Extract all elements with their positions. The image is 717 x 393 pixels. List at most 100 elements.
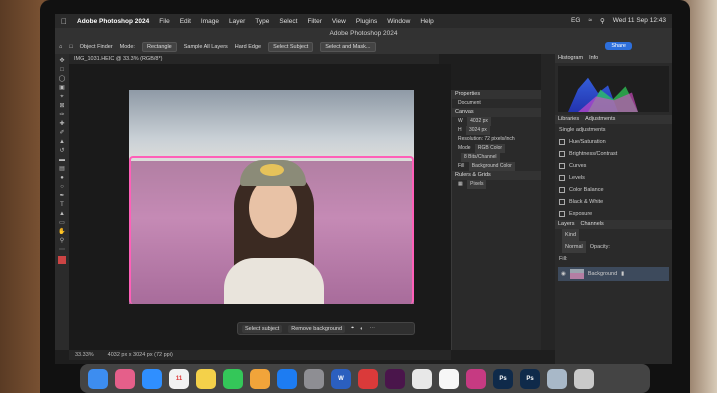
eraser-tool-icon[interactable]: ▬ <box>58 157 66 164</box>
crop-icon[interactable]: ⌖ <box>351 325 354 332</box>
document-tab[interactable]: IMG_1031.HEIC @ 33.3% (RGB/8*) <box>69 54 439 64</box>
crop-tool-icon[interactable]: ⌖ <box>58 94 66 101</box>
app-menu[interactable]: Adobe Photoshop 2024 <box>77 18 149 25</box>
adjustment-black-white[interactable]: Black & White <box>555 196 672 208</box>
mode-select[interactable]: Rectangle <box>141 42 177 52</box>
dock-messages-icon[interactable] <box>223 368 243 389</box>
bit-depth-select[interactable]: 8 Bits/Channel <box>461 153 500 162</box>
eye-icon[interactable]: ◉ <box>561 271 566 277</box>
apple-menu-icon[interactable]:  <box>61 17 67 26</box>
select-and-mask-button[interactable]: Select and Mask... <box>320 42 376 52</box>
lasso-tool-icon[interactable]: ◯ <box>58 76 66 83</box>
units-select[interactable]: Pixels <box>467 180 487 189</box>
path-selection-icon[interactable]: ▲ <box>58 211 66 218</box>
menu-view[interactable]: View <box>332 18 346 25</box>
adjustment-levels[interactable]: Levels <box>555 172 672 184</box>
dock-photos-icon[interactable] <box>250 368 270 389</box>
dock-chrome-icon[interactable] <box>412 368 432 389</box>
input-source-indicator[interactable]: EG <box>571 17 580 25</box>
select-subject-context-button[interactable]: Select subject <box>242 324 283 333</box>
healing-brush-icon[interactable]: ✚ <box>58 121 66 128</box>
pen-tool-icon[interactable]: ✒ <box>58 193 66 200</box>
dock-word-icon[interactable]: W <box>331 368 351 389</box>
dock-launchpad-icon[interactable] <box>115 368 135 389</box>
blend-mode-select[interactable]: Normal <box>562 241 586 253</box>
menu-plugins[interactable]: Plugins <box>356 18 377 25</box>
dock-slack-icon[interactable] <box>385 368 405 389</box>
home-icon[interactable]: ⌂ <box>59 44 62 50</box>
dock-app-store-icon[interactable] <box>277 368 297 389</box>
adjustment-hue-saturation[interactable]: Hue/Saturation <box>555 136 672 148</box>
tab-info[interactable]: Info <box>589 54 598 63</box>
lock-icon[interactable]: ▮ <box>621 271 624 277</box>
more-tools-icon[interactable]: ⋯ <box>58 247 66 254</box>
height-field[interactable]: 3024 px <box>466 126 490 135</box>
dock-photoshop-2-icon[interactable]: Ps <box>520 368 540 389</box>
gradient-tool-icon[interactable]: ▤ <box>58 166 66 173</box>
zoom-tool-icon[interactable]: ⚲ <box>58 238 66 245</box>
adjustment-exposure[interactable]: Exposure <box>555 208 672 220</box>
history-brush-icon[interactable]: ↺ <box>58 148 66 155</box>
dock-finder-icon[interactable] <box>88 368 108 389</box>
blur-tool-icon[interactable]: ● <box>58 175 66 182</box>
dock-calendar-icon[interactable]: 11 <box>169 368 189 389</box>
layer-background-row[interactable]: ◉ Background ▮ <box>558 267 669 281</box>
width-field[interactable]: 4032 px <box>467 117 491 126</box>
tab-libraries[interactable]: Libraries <box>558 115 579 124</box>
move-tool-icon[interactable]: ✥ <box>58 58 66 65</box>
tab-histogram[interactable]: Histogram <box>558 54 583 63</box>
dodge-tool-icon[interactable]: ○ <box>58 184 66 191</box>
single-adjustments-header[interactable]: Single adjustments <box>555 124 672 136</box>
color-mode-select[interactable]: RGB Color <box>474 144 506 153</box>
dock-adobe-cc-icon[interactable] <box>466 368 486 389</box>
share-button[interactable]: Share <box>605 42 632 50</box>
object-finder-checkbox[interactable]: Object Finder <box>80 44 113 50</box>
search-icon[interactable]: ⚲ <box>600 17 605 25</box>
hard-edge-checkbox[interactable]: Hard Edge <box>235 44 261 50</box>
adjustment-brightness-contrast[interactable]: Brightness/Contrast <box>555 148 672 160</box>
dock-photoshop-icon[interactable]: Ps <box>493 368 513 389</box>
adjustment-curves[interactable]: Curves <box>555 160 672 172</box>
object-selection-tool-icon[interactable]: □ <box>69 44 72 50</box>
tab-adjustments[interactable]: Adjustments <box>585 115 615 124</box>
dock-notes-icon[interactable] <box>196 368 216 389</box>
remove-background-button[interactable]: Remove background <box>288 324 346 333</box>
type-tool-icon[interactable]: T <box>58 202 66 209</box>
menu-window[interactable]: Window <box>387 18 410 25</box>
canvas-section-header[interactable]: Canvas <box>452 108 541 117</box>
dock-safari-icon[interactable] <box>142 368 162 389</box>
grid-icon[interactable]: ▦ <box>458 181 463 187</box>
dock-system-settings-icon[interactable] <box>304 368 324 389</box>
frame-tool-icon[interactable]: ⊠ <box>58 103 66 110</box>
kind-filter-select[interactable]: Kind <box>562 229 580 241</box>
menu-edit[interactable]: Edit <box>180 18 191 25</box>
more-options-icon[interactable]: ⋯ <box>369 326 375 332</box>
object-selection-icon[interactable]: ▣ <box>58 85 66 92</box>
menu-layer[interactable]: Layer <box>229 18 245 25</box>
menu-select[interactable]: Select <box>279 18 297 25</box>
menu-type[interactable]: Type <box>255 18 269 25</box>
document-photo[interactable] <box>129 90 414 304</box>
zoom-level[interactable]: 33.33% <box>75 350 94 360</box>
rectangle-tool-icon[interactable]: ▭ <box>58 220 66 227</box>
menu-help[interactable]: Help <box>420 18 433 25</box>
adjustment-icon[interactable]: ◐ <box>360 326 363 332</box>
fill-select[interactable]: Background Color <box>468 162 515 171</box>
clone-stamp-icon[interactable]: ▲ <box>58 139 66 146</box>
wifi-icon[interactable]: ≈ <box>588 17 592 25</box>
menu-file[interactable]: File <box>159 18 169 25</box>
eyedropper-tool-icon[interactable]: ✑ <box>58 112 66 119</box>
dock-reminders-icon[interactable] <box>439 368 459 389</box>
color-swatches-icon[interactable] <box>58 256 66 264</box>
dock-creative-cloud-icon[interactable] <box>358 368 378 389</box>
dock-preview-icon[interactable] <box>547 368 567 389</box>
tab-layers[interactable]: Layers <box>558 220 575 229</box>
rulers-grids-header[interactable]: Rulers & Grids <box>452 171 541 180</box>
menubar-clock[interactable]: Wed 11 Sep 12:43 <box>613 17 666 25</box>
menu-filter[interactable]: Filter <box>307 18 321 25</box>
adjustment-color-balance[interactable]: Color Balance <box>555 184 672 196</box>
tab-channels[interactable]: Channels <box>581 220 604 229</box>
sample-all-layers-checkbox[interactable]: Sample All Layers <box>184 44 228 50</box>
select-subject-button[interactable]: Select Subject <box>268 42 314 52</box>
marquee-tool-icon[interactable]: □ <box>58 67 66 74</box>
